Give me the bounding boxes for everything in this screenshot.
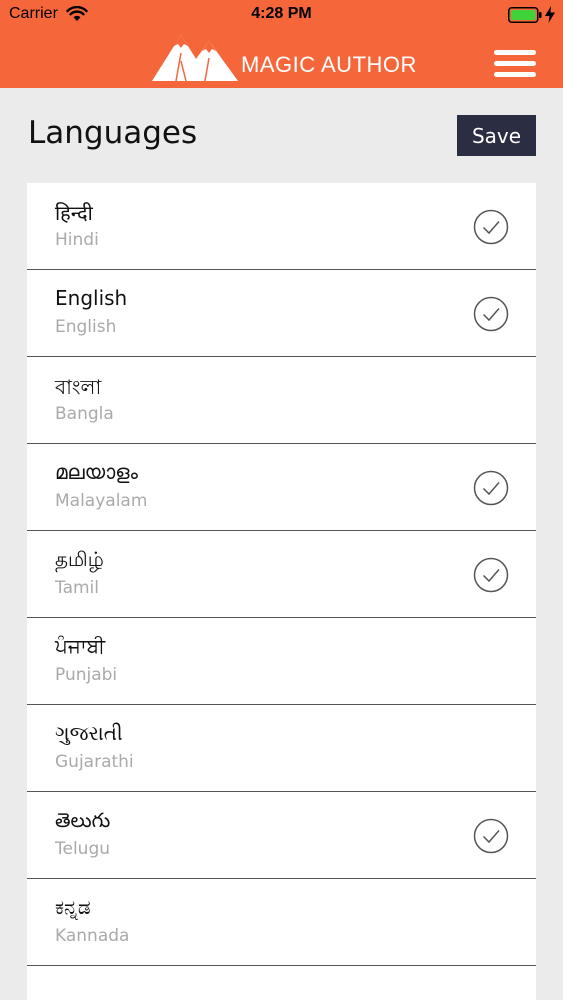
language-native-name: हिन्दी xyxy=(55,201,93,225)
app-brand-name: MAGIC AUTHOR xyxy=(241,52,417,77)
language-item-hindi[interactable]: हिन्दी Hindi xyxy=(27,183,536,270)
language-english-name: Gujarathi xyxy=(55,752,134,772)
status-bar: Carrier 4:28 PM xyxy=(0,0,563,30)
language-item-tamil[interactable]: தமிழ் Tamil xyxy=(27,531,536,618)
page-title: Languages xyxy=(28,115,198,151)
language-english-name: Hindi xyxy=(55,230,99,250)
battery-icon xyxy=(508,7,542,23)
language-english-name: Telugu xyxy=(55,839,111,859)
language-native-name: தமிழ் xyxy=(55,547,104,571)
check-circle-icon xyxy=(473,296,509,332)
language-item-kannada[interactable]: ಕನ್ನಡ Kannada xyxy=(27,879,536,966)
app-header: Carrier 4:28 PM MAGIC AUTHOR xyxy=(0,0,563,88)
check-circle-icon xyxy=(473,818,509,854)
language-english-name: Malayalam xyxy=(55,491,148,511)
check-circle-icon xyxy=(473,209,509,245)
language-item-bangla[interactable]: বাংলা Bangla xyxy=(27,357,536,444)
language-item-english[interactable]: English English xyxy=(27,270,536,357)
language-native-name: తెలుగు xyxy=(55,808,111,832)
save-button[interactable]: Save xyxy=(457,115,536,156)
language-english-name: Tamil xyxy=(55,578,99,598)
language-native-name: മലയാളം xyxy=(55,460,138,484)
mountain-logo-icon xyxy=(152,35,238,81)
status-time: 4:28 PM xyxy=(251,5,312,22)
language-english-name: Bangla xyxy=(55,404,114,424)
hamburger-menu-icon[interactable] xyxy=(494,50,536,78)
language-native-name: ಕನ್ನಡ xyxy=(55,895,91,919)
language-native-name: বাংলা xyxy=(55,375,102,399)
language-item-gujarathi[interactable]: ગુજરાતી Gujarathi xyxy=(27,705,536,792)
list-bottom-spacer xyxy=(27,966,536,1000)
language-item-telugu[interactable]: తెలుగు Telugu xyxy=(27,792,536,879)
check-circle-icon xyxy=(473,557,509,593)
check-circle-icon xyxy=(473,470,509,506)
language-english-name: English xyxy=(55,317,117,337)
language-list: हिन्दी Hindi English English বাংলা Bangl… xyxy=(27,183,536,1000)
language-item-punjabi[interactable]: ਪੰਜਾਬੀ Punjabi xyxy=(27,618,536,705)
language-native-name: ગુજરાતી xyxy=(55,721,123,745)
language-native-name: English xyxy=(55,286,128,310)
language-english-name: Kannada xyxy=(55,926,130,946)
language-item-malayalam[interactable]: മലയാളം Malayalam xyxy=(27,444,536,531)
language-native-name: ਪੰਜਾਬੀ xyxy=(55,634,106,658)
language-english-name: Punjabi xyxy=(55,665,118,685)
charging-bolt-icon xyxy=(545,6,555,23)
